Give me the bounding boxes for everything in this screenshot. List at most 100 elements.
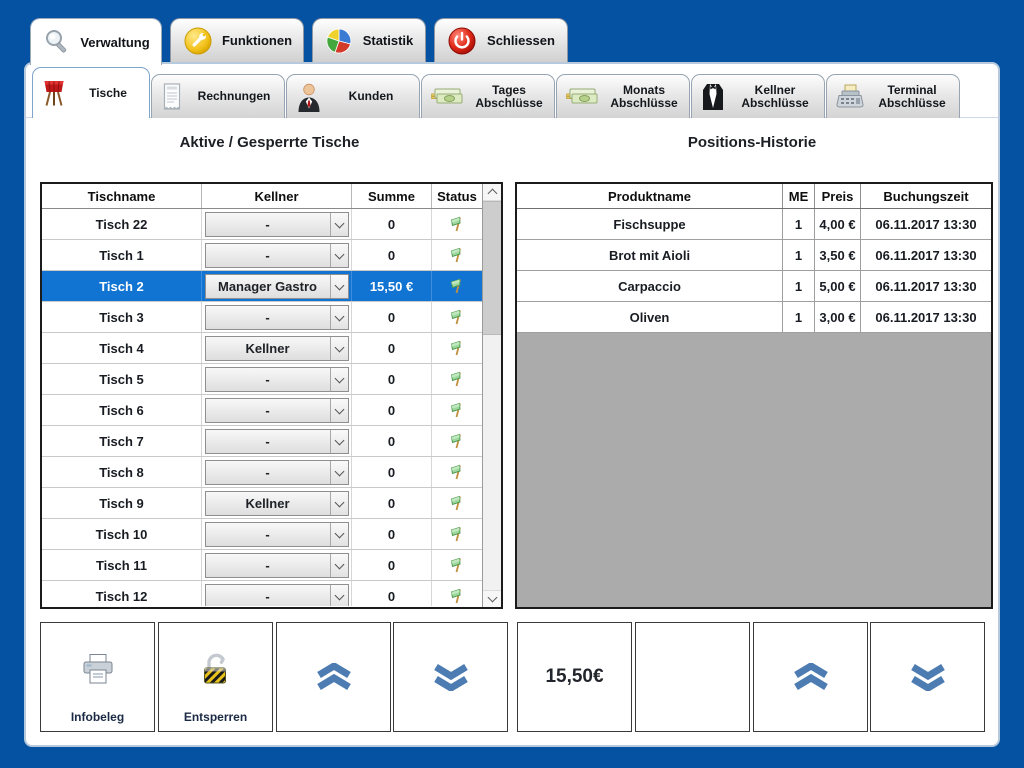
dropdown-arrow-button[interactable]: [330, 368, 348, 391]
main-tab-label: Verwaltung: [79, 35, 151, 50]
kellner-cell: -: [202, 581, 352, 606]
kellner-dropdown[interactable]: Kellner: [205, 491, 349, 516]
kellner-dropdown[interactable]: -: [205, 243, 349, 268]
dropdown-arrow-button[interactable]: [330, 430, 348, 453]
kellner-dropdown[interactable]: -: [205, 212, 349, 237]
sub-tab-tages-abschlusse[interactable]: TagesAbschlüsse: [421, 74, 555, 118]
main-tab-verwaltung[interactable]: Verwaltung: [30, 18, 162, 65]
tischname-cell: Tisch 4: [42, 333, 202, 363]
table-row-tisch-2[interactable]: Tisch 2Manager Gastro15,50 €: [42, 271, 482, 302]
history-row-fischsuppe[interactable]: Fischsuppe14,00 €06.11.2017 13:30: [517, 209, 991, 240]
dropdown-arrow-button[interactable]: [330, 523, 348, 546]
sub-tab-rechnungen[interactable]: Rechnungen: [151, 74, 285, 118]
main-tab-label: Statistik: [361, 33, 415, 48]
kellner-dropdown-value: -: [206, 217, 330, 232]
kellner-dropdown[interactable]: Manager Gastro: [205, 274, 349, 299]
chevron-down-icon: [334, 497, 344, 507]
status-cell: [432, 271, 482, 301]
kellner-dropdown[interactable]: -: [205, 522, 349, 547]
tables-grid-header: TischnameKellnerSummeStatus: [42, 184, 482, 209]
kellner-cell: -: [202, 457, 352, 487]
table-row-tisch-7[interactable]: Tisch 7-0: [42, 426, 482, 457]
flag-icon: [449, 587, 465, 605]
money-icon: [430, 84, 464, 110]
flag-icon: [449, 277, 465, 295]
buchungszeit-cell: 06.11.2017 13:30: [861, 240, 991, 270]
double-chevron-down-icon: [908, 663, 948, 691]
tables-scroll-down-button[interactable]: [393, 622, 508, 732]
table-row-tisch-3[interactable]: Tisch 3-0: [42, 302, 482, 333]
tables-scroll-up-button[interactable]: [276, 622, 391, 732]
table-row-tisch-4[interactable]: Tisch 4Kellner0: [42, 333, 482, 364]
dropdown-arrow-button[interactable]: [330, 461, 348, 484]
main-tab-schliessen[interactable]: Schliessen: [434, 18, 568, 62]
table-row-tisch-1[interactable]: Tisch 1-0: [42, 240, 482, 271]
table-row-tisch-12[interactable]: Tisch 12-0: [42, 581, 482, 606]
kellner-dropdown[interactable]: -: [205, 460, 349, 485]
dropdown-arrow-button[interactable]: [330, 585, 348, 607]
table-row-tisch-8[interactable]: Tisch 8-0: [42, 457, 482, 488]
history-row-carpaccio[interactable]: Carpaccio15,00 €06.11.2017 13:30: [517, 271, 991, 302]
table-row-tisch-10[interactable]: Tisch 10-0: [42, 519, 482, 550]
scrollbar-thumb[interactable]: [483, 201, 501, 335]
table-row-tisch-11[interactable]: Tisch 11-0: [42, 550, 482, 581]
history-row-oliven[interactable]: Oliven13,00 €06.11.2017 13:30: [517, 302, 991, 333]
table-row-tisch-22[interactable]: Tisch 22-0: [42, 209, 482, 240]
kellner-dropdown-value: Manager Gastro: [206, 279, 330, 294]
tischname-cell: Tisch 10: [42, 519, 202, 549]
table-row-tisch-9[interactable]: Tisch 9Kellner0: [42, 488, 482, 519]
produktname-cell: Carpaccio: [517, 271, 783, 301]
tables-grid-content: TischnameKellnerSummeStatus Tisch 22-0Ti…: [42, 184, 482, 607]
dropdown-arrow-button[interactable]: [330, 337, 348, 360]
kellner-dropdown[interactable]: Kellner: [205, 336, 349, 361]
kellner-dropdown-value: -: [206, 403, 330, 418]
sub-tab-terminal-abschlusse[interactable]: TerminalAbschlüsse: [826, 74, 960, 118]
chevron-down-icon: [334, 342, 344, 352]
tables-scrollbar[interactable]: [482, 184, 501, 607]
kellner-dropdown[interactable]: -: [205, 305, 349, 330]
scrollbar-down-button[interactable]: [483, 590, 501, 607]
sub-tab-tische[interactable]: Tische: [32, 67, 150, 118]
summe-cell: 0: [352, 364, 432, 394]
dropdown-arrow-button[interactable]: [330, 554, 348, 577]
history-scroll-up-button[interactable]: [753, 622, 868, 732]
buchungszeit-cell: 06.11.2017 13:30: [861, 209, 991, 239]
kellner-dropdown[interactable]: -: [205, 429, 349, 454]
history-row-brot-mit-aioli[interactable]: Brot mit Aioli13,50 €06.11.2017 13:30: [517, 240, 991, 271]
kellner-dropdown[interactable]: -: [205, 398, 349, 423]
empty-button[interactable]: [635, 622, 750, 732]
kellner-cell: Kellner: [202, 488, 352, 518]
dropdown-arrow-button[interactable]: [330, 275, 348, 298]
history-scroll-down-button[interactable]: [870, 622, 985, 732]
kellner-dropdown[interactable]: -: [205, 367, 349, 392]
scrollbar-up-button[interactable]: [483, 184, 501, 201]
table-row-tisch-6[interactable]: Tisch 6-0: [42, 395, 482, 426]
kellner-dropdown[interactable]: -: [205, 553, 349, 578]
summe-cell: 0: [352, 550, 432, 580]
sub-tab-monats-abschlusse[interactable]: MonatsAbschlüsse: [556, 74, 690, 118]
status-cell: [432, 240, 482, 270]
sum-display-button[interactable]: 15,50€: [517, 622, 632, 732]
kellner-cell: -: [202, 364, 352, 394]
infobeleg-button[interactable]: Infobeleg: [40, 622, 155, 732]
sub-tab-kellner-abschlusse[interactable]: KellnerAbschlüsse: [691, 74, 825, 118]
kellner-cell: -: [202, 426, 352, 456]
flag-icon: [449, 556, 465, 574]
dropdown-arrow-button[interactable]: [330, 306, 348, 329]
tischname-cell: Tisch 22: [42, 209, 202, 239]
entsperren-button[interactable]: Entsperren: [158, 622, 273, 732]
chevron-down-icon: [334, 404, 344, 414]
dropdown-arrow-button[interactable]: [330, 399, 348, 422]
dropdown-arrow-button[interactable]: [330, 213, 348, 236]
dropdown-arrow-button[interactable]: [330, 244, 348, 267]
preis-cell: 3,50 €: [815, 240, 861, 270]
dropdown-arrow-button[interactable]: [330, 492, 348, 515]
kellner-dropdown[interactable]: -: [205, 584, 349, 607]
status-cell: [432, 333, 482, 363]
main-tab-funktionen[interactable]: Funktionen: [170, 18, 304, 62]
table-row-tisch-5[interactable]: Tisch 5-0: [42, 364, 482, 395]
main-tab-statistik[interactable]: Statistik: [312, 18, 426, 62]
kellner-dropdown-value: Kellner: [206, 341, 330, 356]
sub-tab-kunden[interactable]: Kunden: [286, 74, 420, 118]
chevron-down-icon: [334, 311, 344, 321]
